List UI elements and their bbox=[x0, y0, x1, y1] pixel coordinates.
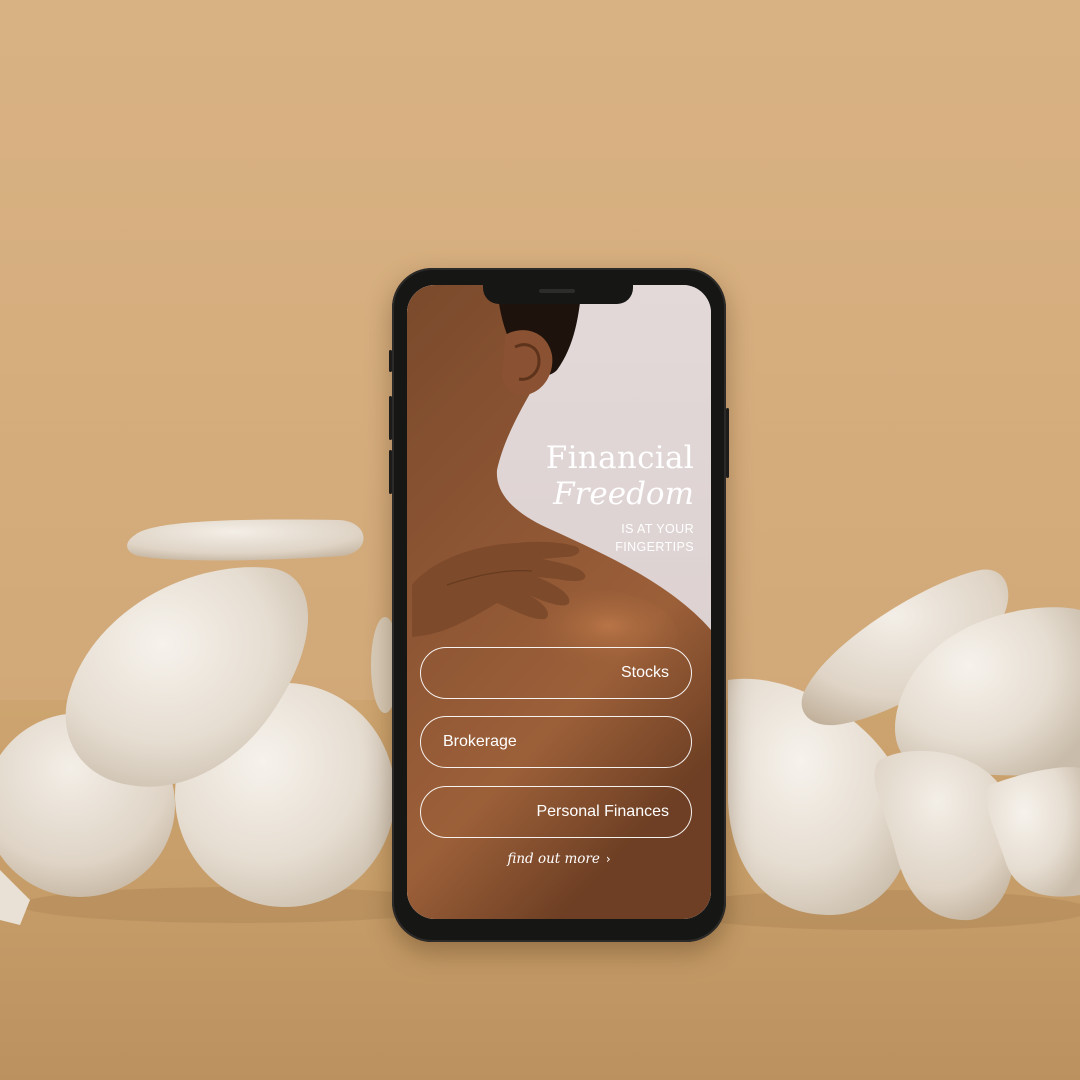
stone bbox=[127, 519, 364, 561]
volume-up-button bbox=[389, 396, 392, 440]
phone-device: Financial Freedom IS AT YOUR FINGERTIPS … bbox=[389, 268, 729, 942]
tagline: IS AT YOUR FINGERTIPS bbox=[615, 520, 694, 556]
phone-notch bbox=[483, 285, 633, 304]
tagline-line-2: FINGERTIPS bbox=[615, 540, 694, 554]
phone-screen: Financial Freedom IS AT YOUR FINGERTIPS … bbox=[407, 285, 711, 919]
tagline-line-1: IS AT YOUR bbox=[621, 522, 694, 536]
find-out-more-label: find out more bbox=[507, 851, 600, 867]
earpiece-speaker bbox=[539, 289, 575, 293]
headline-line-1: Financial bbox=[545, 440, 694, 476]
find-out-more-link[interactable]: find out more › bbox=[407, 851, 711, 867]
power-button bbox=[726, 408, 729, 478]
brokerage-button[interactable]: Brokerage bbox=[420, 716, 692, 768]
personal-finances-button[interactable]: Personal Finances bbox=[420, 786, 692, 838]
headline-line-2: Freedom bbox=[553, 476, 694, 512]
chevron-right-icon: › bbox=[605, 852, 611, 866]
volume-down-button bbox=[389, 450, 392, 494]
brokerage-button-label: Brokerage bbox=[443, 733, 517, 750]
personal-finances-button-label: Personal Finances bbox=[536, 803, 669, 820]
headline: Financial Freedom bbox=[546, 440, 694, 512]
stocks-button[interactable]: Stocks bbox=[420, 647, 692, 699]
mute-switch bbox=[389, 350, 392, 372]
stocks-button-label: Stocks bbox=[620, 664, 669, 681]
